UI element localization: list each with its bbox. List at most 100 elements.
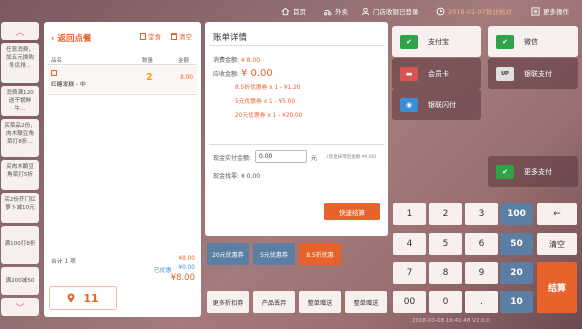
rail-up-button[interactable]: ︿ [1,22,39,40]
grand-total: ¥8.00 [170,273,195,283]
location-pin-icon [67,293,75,303]
backspace-button[interactable]: ← [537,203,577,225]
divider [48,64,197,65]
business-day-label: 2018-02-07营业始对 [448,8,512,16]
key-100[interactable]: 100 [500,203,533,225]
discount-line: 5元优惠券 x 1 - ¥5.00 [235,99,296,105]
check-icon: ✔ [496,34,514,49]
promo-item[interactable]: 买2份芥门红萝卜减10元 [1,193,39,223]
consume-value: ¥ 8.00 [240,57,261,64]
quick-settle-button[interactable]: 快速结算 [324,203,380,220]
card-icon: ▬ [400,66,418,81]
unionpay-quick-button[interactable]: ◉ 银联闪付 [392,89,481,120]
business-day: 2018-02-07营业始对 [436,6,512,16]
promo-item[interactable]: 任意消费，加五元换购冬瓜排... [1,43,39,83]
alipay-button[interactable]: ✔ 支付宝 [392,26,481,57]
whole-order-gift-button-2[interactable]: 整单赠送 [345,291,387,313]
user-icon [361,7,370,15]
top-bar: 首页 外卖 门店收银已登录 2018-02-07营业始对 更多操作 [0,0,582,22]
clipboard-icon [140,32,146,40]
promo-item[interactable]: 买肉木酿豆角菜打5折 [1,160,39,190]
whole-order-gift-button[interactable]: 整单赠送 [299,291,341,313]
menu-icon [531,6,540,16]
bill-title: 账单详情 [213,33,248,43]
more-ops-button[interactable]: 更多操作 [531,6,569,16]
key-00[interactable]: 00 [393,291,426,313]
cash-note: (现金抹零后金额:¥0.00) [327,155,377,160]
key-9[interactable]: 9 [465,262,498,284]
key-6[interactable]: 6 [465,233,498,255]
home-label: 首页 [293,8,306,16]
more-pay-button[interactable]: ✔ 更多支付 [488,156,578,187]
promo-item[interactable]: 满100打8折 [1,226,39,264]
coupon-5-button[interactable]: 5元优惠券 [253,243,295,265]
cash-unit: 元 [311,155,318,162]
discount-line: 20元优惠券 x 1 - ¥20.00 [235,113,303,119]
key-dot[interactable]: . [465,291,498,313]
promo-item[interactable]: 满200减50 [1,267,39,295]
discard-product-button[interactable]: 产品丢弃 [253,291,295,313]
wechat-button[interactable]: ✔ 微信 [488,26,578,57]
unionpay-label: 银联支付 [524,69,552,78]
home-button[interactable]: 首页 [281,6,306,16]
chevron-left-icon: ‹ [51,34,55,44]
settle-button[interactable]: 结算 [537,262,577,313]
divider [209,144,384,145]
rail-down-button[interactable]: ﹀ [1,298,39,316]
dish-price: 8.00 [180,75,193,81]
promo-item[interactable]: 买菜品2份，肉木酿豆角菜打8折… [1,119,39,157]
col-name-header: 品名 [51,58,63,64]
promotion-rail: ︿ 任意消费，加五元换购冬瓜排... 消费满120送干锅鲜牛… 买菜品2份，肉木… [0,22,40,329]
chevron-down-icon: ﹀ [15,303,25,314]
row-checkbox[interactable] [51,70,57,76]
check-icon: ✔ [496,164,514,179]
key-1[interactable]: 1 [393,203,426,225]
order-panel: ‹ 返回点餐 堂食 清空 品名 数量 金额 红糖发糕 - 中 2 8.00 合计… [44,22,201,317]
key-20[interactable]: 20 [500,262,533,284]
dish-qty: 2 [146,72,153,83]
takeout-button[interactable]: 外卖 [323,6,348,16]
member-card-button[interactable]: ▬ 会员卡 [392,58,481,89]
key-7[interactable]: 7 [393,262,426,284]
clear-button[interactable]: 清空 [537,233,577,255]
total-amount: ¥8.00 [178,256,195,262]
more-discount-button[interactable]: 更多折扣券 [207,291,249,313]
key-50[interactable]: 50 [500,233,533,255]
coupon-85-button[interactable]: 8.5折优惠 [299,243,341,265]
more-ops-label: 更多操作 [543,8,569,16]
discount-line: 8.5折优惠券 x 1 - ¥1.20 [235,85,301,91]
staff-login-label: 门店收银已登录 [373,8,419,16]
staff-login[interactable]: 门店收银已登录 [361,6,419,16]
chevron-up-icon: ︿ [15,27,25,38]
consume-row: 消费金额: ¥ 8.00 [213,55,260,64]
divider [48,94,197,95]
dine-in-button[interactable]: 堂食 [140,31,161,41]
key-8[interactable]: 8 [429,262,462,284]
table-number-button[interactable]: 11 [49,286,117,310]
key-0[interactable]: 0 [429,291,462,313]
change-label: 现金找零: [213,173,240,180]
member-card-label: 会员卡 [428,69,449,78]
key-3[interactable]: 3 [465,203,498,225]
back-label: 返回点餐 [57,34,92,44]
key-10[interactable]: 10 [500,291,533,313]
bill-panel: 账单详情 消费金额: ¥ 8.00 应收金额: ¥ 0.00 8.5折优惠券 x… [205,22,388,236]
clear-order-button[interactable]: 清空 [171,31,192,41]
key-5[interactable]: 5 [429,233,462,255]
promo-item[interactable]: 消费满120送干锅鲜牛… [1,86,39,116]
due-row: 应收金额: ¥ 0.00 [213,68,273,79]
table-number: 11 [83,291,99,305]
dish-name: 红糖发糕 - 中 [51,82,86,88]
takeout-icon [324,9,332,15]
unionpay-icon: UP [496,66,514,81]
discount-amount: ¥0.00 [178,265,195,271]
back-to-order-button[interactable]: ‹ 返回点餐 [51,32,92,44]
check-icon: ✔ [400,34,418,49]
divider [209,45,384,46]
coupon-20-button[interactable]: 20元优惠券 [207,243,249,265]
cash-input[interactable]: 0.00 [255,150,307,163]
key-4[interactable]: 4 [393,233,426,255]
backspace-icon: ← [553,209,561,219]
unionpay-button[interactable]: UP 银联支付 [488,58,578,89]
key-2[interactable]: 2 [429,203,462,225]
